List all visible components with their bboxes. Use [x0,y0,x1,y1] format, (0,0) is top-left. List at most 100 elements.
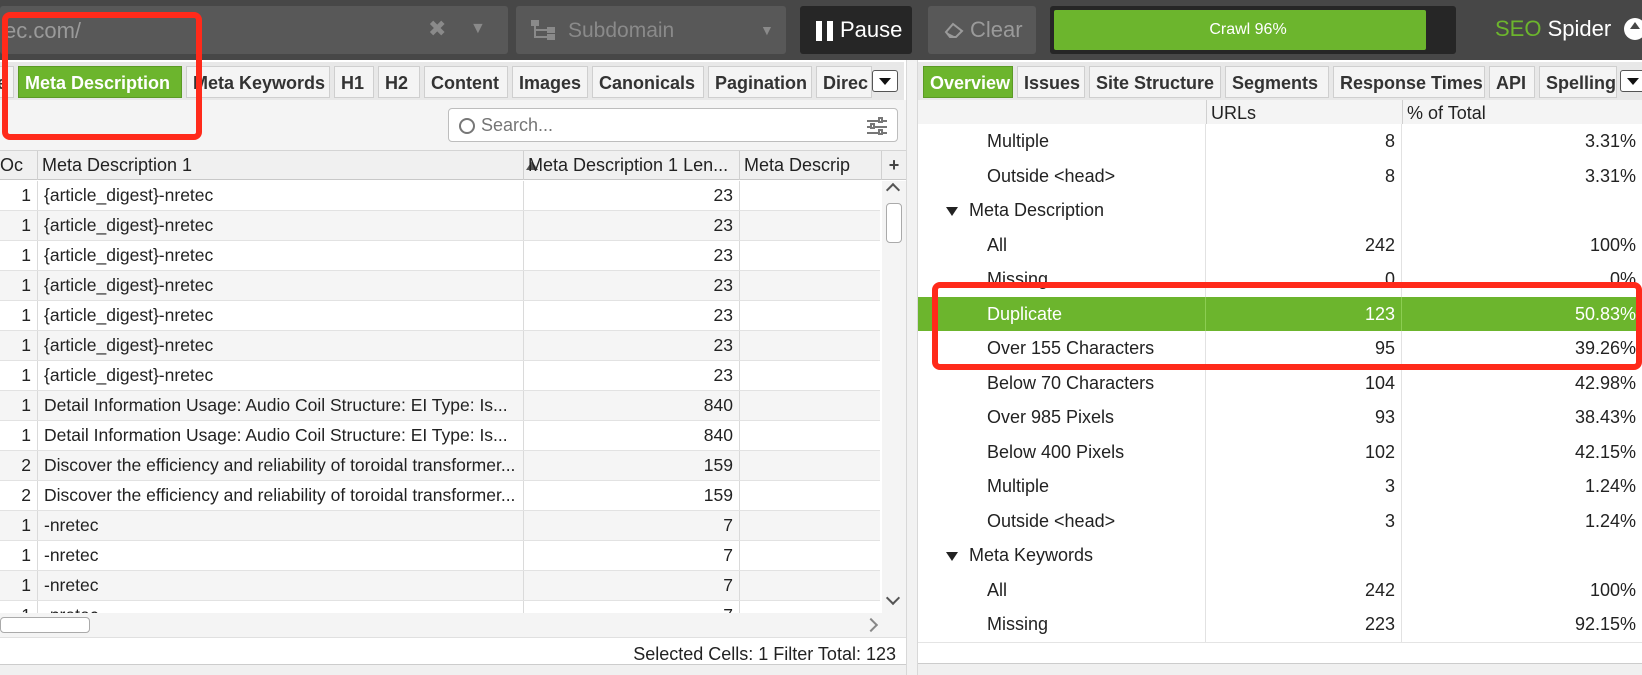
overview-row[interactable]: Duplicate 123 50.83% [918,296,1642,333]
tab-images[interactable]: Images [512,66,588,98]
tab-overview[interactable]: Overview [923,66,1013,98]
clear-url-icon[interactable]: ✖ [428,16,446,42]
cell-meta-description-partial[interactable] [740,391,880,420]
table-row[interactable]: 1 {article_digest}-nretec 23 [0,271,880,301]
overview-row[interactable]: Below 70 Characters 104 42.98% [918,365,1642,402]
cell-occurrences[interactable]: 1 [0,241,38,270]
scroll-thumb[interactable] [886,203,902,243]
table-row[interactable]: 1 Detail Information Usage: Audio Coil St… [0,391,880,421]
scroll-up-icon[interactable] [885,182,901,198]
cell-occurrences[interactable]: 1 [0,571,38,600]
tab-directives-partial[interactable]: Direc [816,66,872,98]
tab-response-times[interactable]: Response Times [1333,66,1485,98]
table-row[interactable]: 1 Detail Information Usage: Audio Coil St… [0,421,880,451]
overview-group-row[interactable]: Meta Keywords [918,538,1642,574]
scroll-down-icon[interactable] [885,590,901,606]
cell-occurrences[interactable]: 1 [0,301,38,330]
table-row[interactable]: 1 {article_digest}-nretec 23 [0,361,880,391]
tabs-overflow-dropdown-icon[interactable] [872,70,898,92]
cell-meta-description[interactable]: -nretec [38,541,524,570]
cell-meta-description-length[interactable]: 7 [524,541,740,570]
cell-meta-description-partial[interactable] [740,331,880,360]
tab-h1[interactable]: H1 [334,66,374,98]
cell-occurrences[interactable]: 1 [0,181,38,210]
cell-occurrences[interactable]: 1 [0,271,38,300]
cell-occurrences[interactable]: 1 [0,541,38,570]
cell-meta-description[interactable]: {article_digest}-nretec [38,241,524,270]
cell-occurrences[interactable]: 1 [0,421,38,450]
tab-canonicals[interactable]: Canonicals [592,66,704,98]
subdomain-select[interactable]: Subdomain ▼ [516,6,786,54]
tab-h2[interactable]: H2 [378,66,420,98]
overview-row[interactable]: All 242 100% [918,572,1642,609]
cell-meta-description-partial[interactable] [740,211,880,240]
cell-meta-description-partial[interactable] [740,481,880,510]
expand-triangle-icon[interactable] [946,207,958,216]
overview-group-row[interactable]: Meta Description [918,193,1642,229]
search-field[interactable] [448,108,898,142]
table-row[interactable]: 2 Discover the efficiency and reliability… [0,481,880,511]
add-column-icon[interactable]: + [882,151,906,180]
cell-meta-description-length[interactable]: 23 [524,241,740,270]
tab-meta-description[interactable]: Meta Description [18,66,182,98]
column-header-meta-description[interactable]: Meta Description 1 [38,151,524,180]
tab-issues[interactable]: Issues [1017,66,1085,98]
url-history-dropdown-icon[interactable]: ▼ [470,20,486,38]
cell-meta-description-length[interactable]: 23 [524,211,740,240]
tab-segments[interactable]: Segments [1225,66,1329,98]
tab-pagination[interactable]: Pagination [708,66,812,98]
cell-occurrences[interactable]: 2 [0,481,38,510]
cell-meta-description-partial[interactable] [740,601,880,613]
table-row[interactable]: 1-nretec7 [0,571,880,601]
table-row[interactable]: 1 {article_digest}-nretec 23 [0,181,880,211]
horizontal-scrollbar[interactable] [0,613,906,637]
cell-meta-description-length[interactable]: 7 [524,601,740,613]
cell-meta-description-length[interactable]: 23 [524,361,740,390]
column-header-percent-of-total[interactable]: % of Total [1402,100,1642,127]
cell-meta-description[interactable]: {article_digest}-nretec [38,331,524,360]
url-input[interactable]: ec.com/ ✖ ▼ [0,6,508,54]
cell-meta-description-partial[interactable] [740,241,880,270]
cell-meta-description[interactable]: {article_digest}-nretec [38,211,524,240]
search-input[interactable] [481,113,841,137]
clear-button[interactable]: Clear [928,6,1036,54]
cell-meta-description-partial[interactable] [740,451,880,480]
tab-spelling[interactable]: Spelling [1539,66,1617,98]
overview-row[interactable]: Missing 0 0% [918,262,1642,298]
overview-row[interactable]: Outside <head> 3 1.24% [918,503,1642,540]
overview-row[interactable]: Outside <head> 8 3.31% [918,158,1642,195]
vertical-scrollbar[interactable] [882,181,906,613]
overview-row[interactable]: Over 985 Pixels 93 38.43% [918,400,1642,436]
cell-meta-description-length[interactable]: 23 [524,181,740,210]
cell-meta-description-length[interactable]: 23 [524,271,740,300]
cell-meta-description-partial[interactable] [740,301,880,330]
cell-meta-description[interactable]: Detail Information Usage: Audio Coil Str… [38,421,524,450]
cell-meta-description[interactable]: {article_digest}-nretec [38,301,524,330]
overview-row[interactable]: Below 400 Pixels 102 42.15% [918,434,1642,471]
column-header-meta-description-length[interactable]: Meta Description 1 Len... [524,151,740,180]
table-row[interactable]: 1 {article_digest}-nretec 23 [0,331,880,361]
overview-row[interactable]: Over 155 Characters 95 39.26% [918,331,1642,367]
column-header-urls[interactable]: URLs [1206,100,1402,127]
table-row[interactable]: 1 {article_digest}-nretec 23 [0,211,880,241]
cell-meta-description-partial[interactable] [740,271,880,300]
cell-meta-description-length[interactable]: 840 [524,391,740,420]
cell-meta-description-partial[interactable] [740,361,880,390]
cell-meta-description[interactable]: -nretec [38,571,524,600]
upload-icon[interactable] [1624,18,1642,40]
cell-occurrences[interactable]: 1 [0,391,38,420]
overview-row[interactable]: All 242 100% [918,227,1642,264]
right-tabs-overflow-dropdown-icon[interactable] [1620,70,1642,92]
horizontal-scroll-thumb[interactable] [0,617,90,633]
table-row[interactable]: 1 {article_digest}-nretec 23 [0,241,880,271]
tab-site-structure[interactable]: Site Structure [1089,66,1221,98]
filter-settings-icon[interactable] [867,117,887,135]
cell-meta-description-partial[interactable] [740,181,880,210]
cell-occurrences[interactable]: 1 [0,211,38,240]
cell-occurrences[interactable]: 1 [0,361,38,390]
cell-meta-description[interactable]: Discover the efficiency and reliability … [38,481,524,510]
cell-meta-description-partial[interactable] [740,541,880,570]
cell-meta-description-length[interactable]: 23 [524,331,740,360]
table-row[interactable]: 1-nretec7 [0,601,880,613]
cell-meta-description-length[interactable]: 159 [524,481,740,510]
